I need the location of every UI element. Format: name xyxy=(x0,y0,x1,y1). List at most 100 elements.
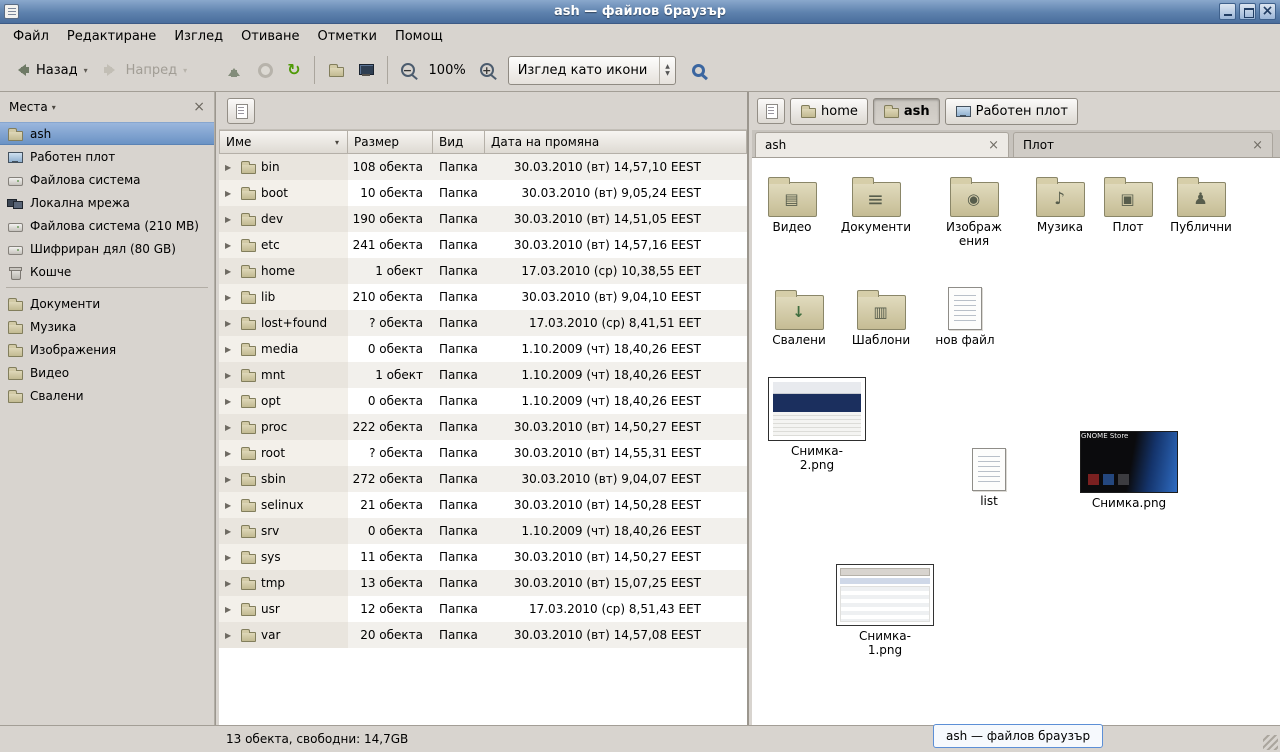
file-item[interactable]: Публични xyxy=(1161,171,1241,234)
expander-icon[interactable] xyxy=(225,241,235,250)
menu-item[interactable]: Отиване xyxy=(232,26,308,47)
tree-row[interactable]: proc 222 обекта Папка 30.03.2010 (вт) 14… xyxy=(219,414,747,440)
tab-close-icon[interactable]: × xyxy=(1252,139,1263,152)
expander-icon[interactable] xyxy=(225,553,235,562)
expander-icon[interactable] xyxy=(225,293,235,302)
tree-row[interactable]: sys 11 обекта Папка 30.03.2010 (вт) 14,5… xyxy=(219,544,747,570)
sidebar-item[interactable]: Работен плот xyxy=(0,145,214,168)
tree-row[interactable]: selinux 21 обекта Папка 30.03.2010 (вт) … xyxy=(219,492,747,518)
home-button[interactable] xyxy=(322,57,350,83)
tab[interactable]: Плот × xyxy=(1013,132,1273,157)
expander-icon[interactable] xyxy=(225,579,235,588)
file-item[interactable]: Видео xyxy=(752,171,832,234)
tree-row[interactable]: lib 210 обекта Папка 30.03.2010 (вт) 9,0… xyxy=(219,284,747,310)
sidebar-item[interactable]: Шифриран дял (80 GB) xyxy=(0,237,214,260)
sidebar-item[interactable]: Музика xyxy=(0,315,214,338)
file-item[interactable]: Документи xyxy=(836,171,916,234)
expander-icon[interactable] xyxy=(225,397,235,406)
resize-grip[interactable] xyxy=(1263,735,1278,750)
stop-button[interactable] xyxy=(252,58,279,83)
tree-row[interactable]: opt 0 обекта Папка 1.10.2009 (чт) 18,40,… xyxy=(219,388,747,414)
sidebar-item[interactable]: Видео xyxy=(0,361,214,384)
tab-close-icon[interactable]: × xyxy=(988,139,999,152)
maximize-button[interactable] xyxy=(1239,3,1256,20)
tree-row[interactable]: mnt 1 обект Папка 1.10.2009 (чт) 18,40,2… xyxy=(219,362,747,388)
expander-icon[interactable] xyxy=(225,501,235,510)
path-button[interactable]: ash xyxy=(873,98,940,125)
back-dropdown-icon[interactable]: ▾ xyxy=(84,66,88,75)
file-item[interactable]: Свалени xyxy=(759,284,839,347)
sidebar-item[interactable]: Локална мрежа xyxy=(0,191,214,214)
file-item[interactable]: нов файл xyxy=(925,285,1005,347)
title-bar[interactable]: ash — файлов браузър xyxy=(0,0,1280,24)
path-button[interactable]: Работен плот xyxy=(945,98,1078,125)
tree-row[interactable]: home 1 обект Папка 17.03.2010 (ср) 10,38… xyxy=(219,258,747,284)
file-item[interactable]: Снимка-1.png xyxy=(835,564,935,657)
menu-item[interactable]: Файл xyxy=(4,26,58,47)
sidebar-item[interactable]: Файлова система xyxy=(0,168,214,191)
minimize-button[interactable] xyxy=(1219,3,1236,20)
file-item[interactable]: Изображения xyxy=(934,171,1014,248)
expander-icon[interactable] xyxy=(225,423,235,432)
tree-row[interactable]: etc 241 обекта Папка 30.03.2010 (вт) 14,… xyxy=(219,232,747,258)
expander-icon[interactable] xyxy=(225,319,235,328)
sidebar-close-icon[interactable]: × xyxy=(193,100,205,114)
tree-row[interactable]: var 20 обекта Папка 30.03.2010 (вт) 14,5… xyxy=(219,622,747,648)
file-item[interactable]: Шаблони xyxy=(841,284,921,347)
computer-button[interactable] xyxy=(352,57,380,83)
expander-icon[interactable] xyxy=(225,475,235,484)
file-item[interactable]: GNOME Store Снимка.png xyxy=(1079,431,1179,510)
sidebar-item[interactable]: Документи xyxy=(0,292,214,315)
sidebar-item[interactable]: ash xyxy=(0,122,214,145)
sidebar-item[interactable]: Свалени xyxy=(0,384,214,407)
zoom-in-button[interactable]: + xyxy=(474,58,500,82)
menu-item[interactable]: Отметки xyxy=(308,26,385,47)
tree-row[interactable]: lost+found ? обекта Папка 17.03.2010 (ср… xyxy=(219,310,747,336)
menu-item[interactable]: Изглед xyxy=(165,26,232,47)
icon-view[interactable]: Видео Документи xyxy=(752,158,1280,725)
tab[interactable]: ash × xyxy=(755,132,1009,157)
sidebar-item[interactable]: Изображения xyxy=(0,338,214,361)
expander-icon[interactable] xyxy=(225,267,235,276)
menu-item[interactable]: Редактиране xyxy=(58,26,165,47)
file-item[interactable]: Плот xyxy=(1088,171,1168,234)
back-button[interactable]: Назад ▾ xyxy=(6,57,94,83)
expander-icon[interactable] xyxy=(225,605,235,614)
tree-row[interactable]: dev 190 обекта Папка 30.03.2010 (вт) 14,… xyxy=(219,206,747,232)
column-header-type[interactable]: Вид xyxy=(433,130,485,154)
column-header-name[interactable]: Име ▾ xyxy=(219,130,348,154)
tree-row[interactable]: root ? обекта Папка 30.03.2010 (вт) 14,5… xyxy=(219,440,747,466)
expander-icon[interactable] xyxy=(225,631,235,640)
spinner-arrows-icon[interactable]: ▲▼ xyxy=(659,57,670,84)
menu-item[interactable]: Помощ xyxy=(386,26,452,47)
chevron-down-icon[interactable]: ▾ xyxy=(52,103,56,112)
search-button[interactable] xyxy=(686,59,711,82)
reload-button[interactable]: ↻ xyxy=(281,57,306,83)
tree-row[interactable]: srv 0 обекта Папка 1.10.2009 (чт) 18,40,… xyxy=(219,518,747,544)
sidebar-item[interactable]: Файлова система (210 MB) xyxy=(0,214,214,237)
places-title[interactable]: Места xyxy=(9,100,48,114)
tree-row[interactable]: sbin 272 обекта Папка 30.03.2010 (вт) 9,… xyxy=(219,466,747,492)
sidebar-item[interactable]: Кошче xyxy=(0,260,214,283)
column-header-size[interactable]: Размер xyxy=(348,130,433,154)
tree-row[interactable]: bin 108 обекта Папка 30.03.2010 (вт) 14,… xyxy=(219,154,747,180)
path-button[interactable]: home xyxy=(790,98,868,125)
tree-row[interactable]: usr 12 обекта Папка 17.03.2010 (ср) 8,51… xyxy=(219,596,747,622)
view-mode-select[interactable]: Изглед като икони ▲▼ xyxy=(508,56,676,85)
expander-icon[interactable] xyxy=(225,189,235,198)
location-toggle-button[interactable] xyxy=(227,98,255,124)
expander-icon[interactable] xyxy=(225,163,235,172)
expander-icon[interactable] xyxy=(225,345,235,354)
forward-button[interactable]: Напред ▾ xyxy=(96,57,194,83)
expander-icon[interactable] xyxy=(225,527,235,536)
tree-row[interactable]: media 0 обекта Папка 1.10.2009 (чт) 18,4… xyxy=(219,336,747,362)
tree-row[interactable]: boot 10 обекта Папка 30.03.2010 (вт) 9,0… xyxy=(219,180,747,206)
expander-icon[interactable] xyxy=(225,215,235,224)
file-item[interactable]: list xyxy=(949,446,1029,508)
file-item[interactable]: GUADEC Снимка-2.png xyxy=(767,377,867,472)
tree-row[interactable]: tmp 13 обекта Папка 30.03.2010 (вт) 15,0… xyxy=(219,570,747,596)
column-header-date[interactable]: Дата на промяна xyxy=(485,130,747,154)
close-button[interactable] xyxy=(1259,3,1276,20)
location-toggle-button[interactable] xyxy=(757,98,785,124)
expander-icon[interactable] xyxy=(225,371,235,380)
